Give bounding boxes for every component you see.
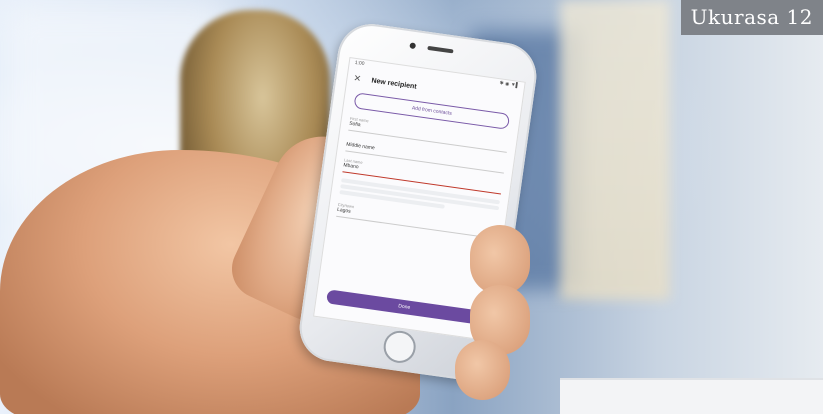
page-title: New recipient — [370, 76, 418, 91]
home-button[interactable] — [381, 328, 418, 365]
page-caption: Ukurasa 12 — [680, 0, 823, 35]
done-button[interactable]: Done — [326, 289, 483, 325]
finger — [455, 340, 510, 400]
background-table — [560, 378, 823, 414]
photo-scene: 1:00 ✱ ◉ ▼▌ ✕ New recipient Add from con… — [0, 0, 823, 414]
background-curtain — [560, 0, 670, 300]
status-time: 1:00 — [354, 59, 365, 68]
earpiece — [427, 45, 454, 54]
front-camera-icon — [409, 42, 417, 50]
close-icon[interactable]: ✕ — [353, 72, 366, 85]
